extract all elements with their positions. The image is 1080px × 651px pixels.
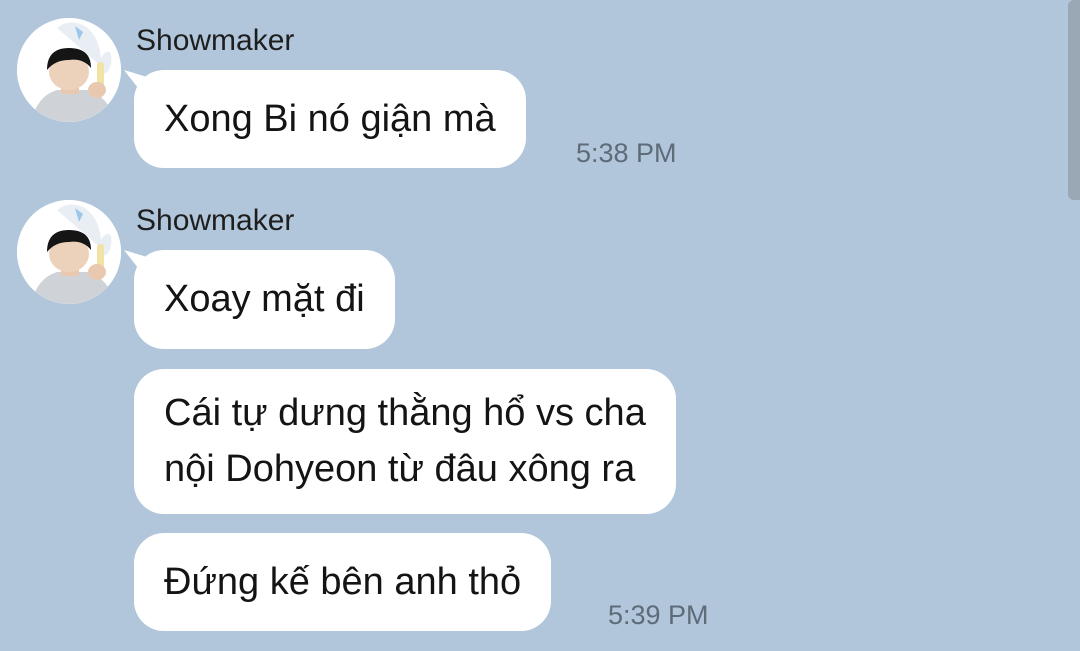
message-bubble[interactable]: Đứng kế bên anh thỏ (134, 533, 552, 631)
sender-avatar[interactable] (17, 18, 121, 122)
sender-name: Showmaker (136, 204, 295, 237)
message-bubble[interactable]: Xong Bi nó giận mà (134, 70, 526, 168)
chat-conversation: Showmaker Xong Bi nó giận mà 5:38 PM Sho… (0, 0, 1080, 651)
sender-avatar[interactable] (17, 200, 121, 304)
profile-photo-icon (17, 18, 121, 122)
scrollbar[interactable] (1068, 0, 1080, 200)
sender-name: Showmaker (136, 24, 295, 57)
profile-photo-icon (17, 200, 121, 304)
message-bubble[interactable]: Xoay mặt đi (134, 250, 395, 349)
message-time: 5:38 PM (576, 138, 677, 168)
message-time: 5:39 PM (608, 600, 709, 630)
message-bubble[interactable]: Cái tự dưng thằng hổ vs cha nội Dohyeon … (134, 369, 676, 514)
